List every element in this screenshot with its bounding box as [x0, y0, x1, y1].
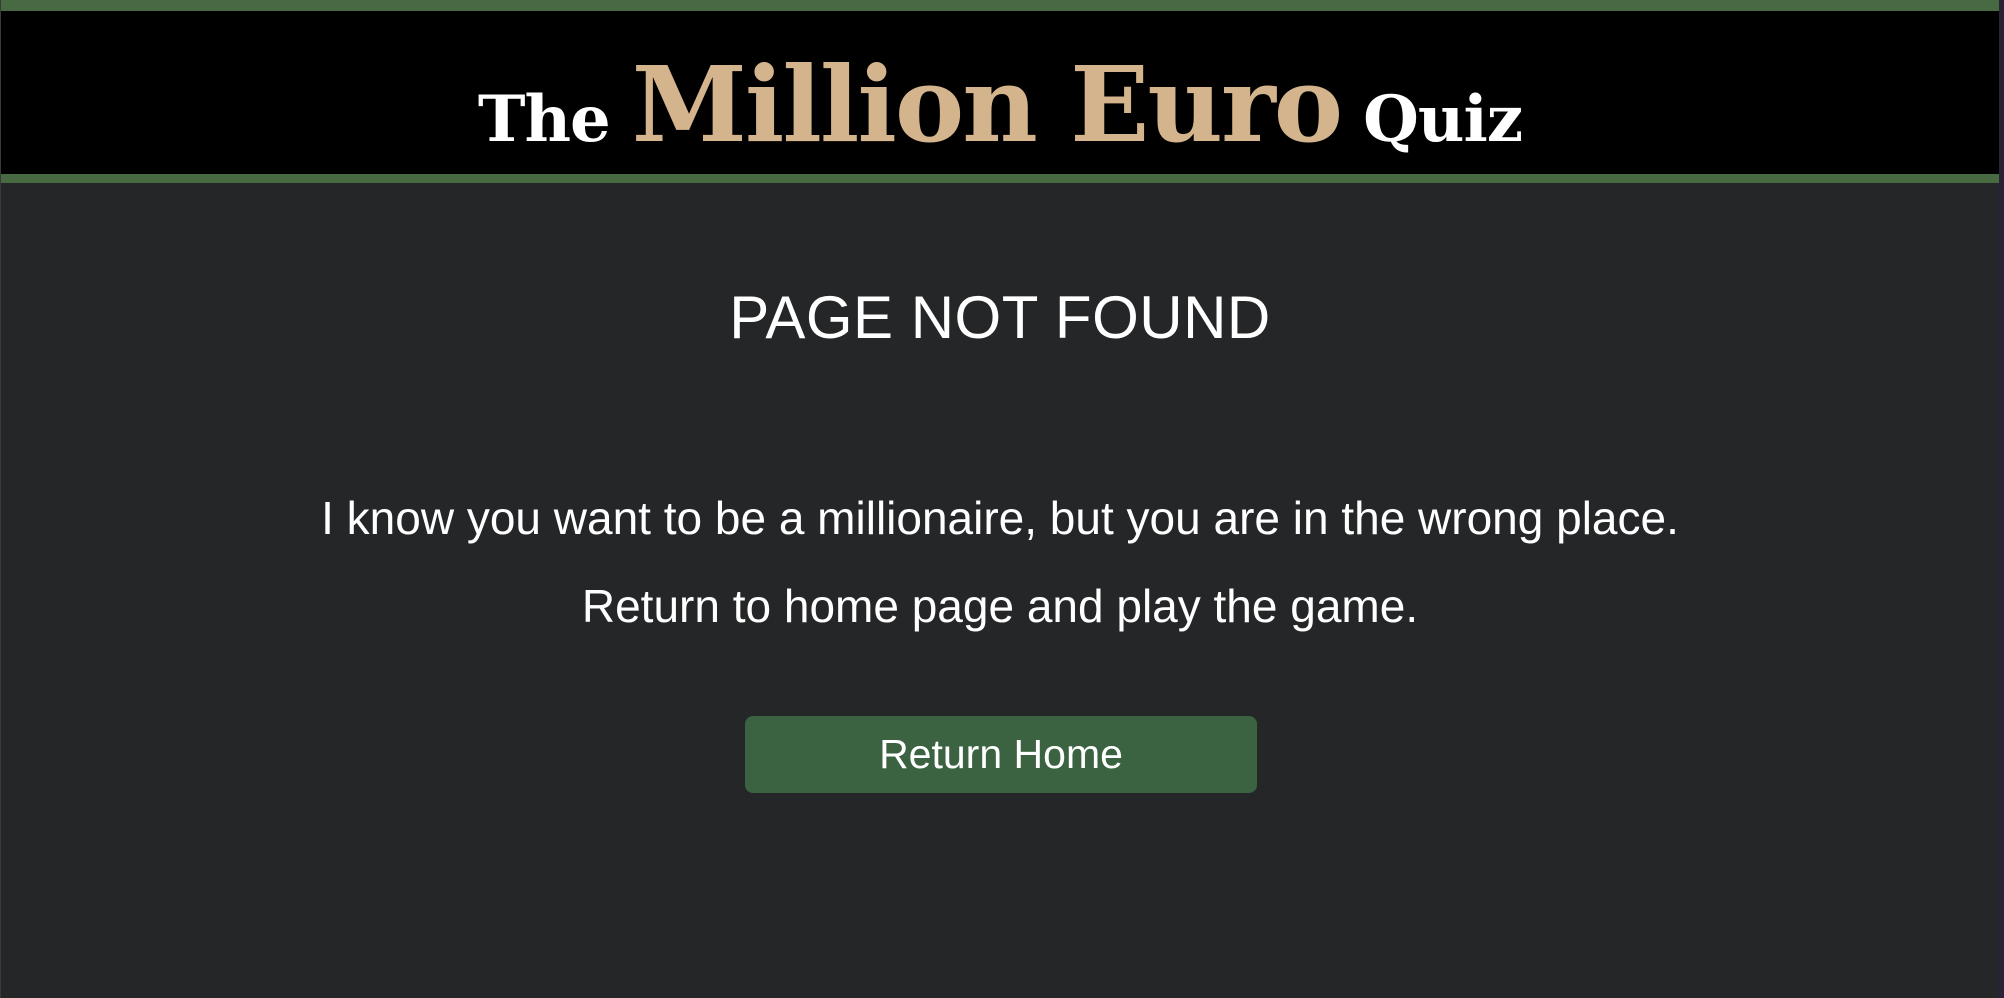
error-message-line-1: I know you want to be a millionaire, but…	[321, 492, 1679, 544]
site-header: The Million Euro Quiz	[1, 0, 1999, 183]
error-message-line-2: Return to home page and play the game.	[581, 580, 1419, 632]
logo-word-quiz: Quiz	[1363, 82, 1523, 157]
return-home-button[interactable]: Return Home	[745, 716, 1257, 793]
logo-word-million-euro: Million Euro	[631, 43, 1343, 166]
page-title: PAGE NOT FOUND	[729, 284, 1271, 351]
site-logo[interactable]: The Million Euro Quiz	[1, 53, 1999, 157]
logo-word-the: The	[477, 82, 611, 157]
page: The Million Euro Quiz PAGE NOT FOUND I kno…	[0, 0, 1999, 998]
